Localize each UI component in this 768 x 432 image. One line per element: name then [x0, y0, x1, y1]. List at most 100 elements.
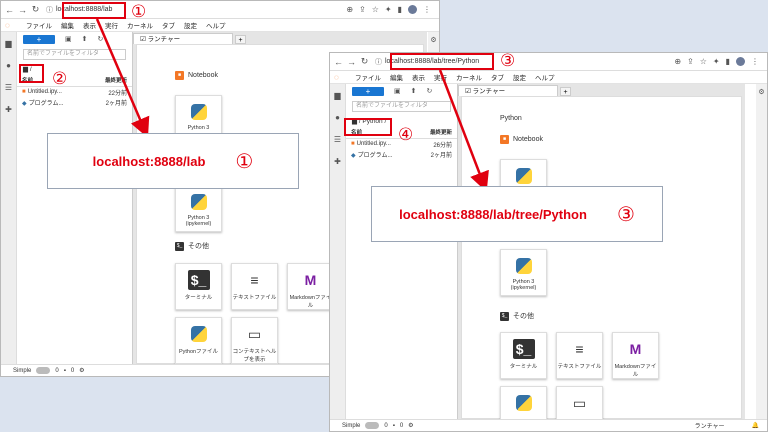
- more-icon[interactable]: ⋮: [751, 57, 759, 66]
- section-title: Python: [500, 115, 522, 122]
- menu-tab[interactable]: タブ: [162, 20, 175, 30]
- file-filter-input[interactable]: 名前でファイルをフィルタ: [352, 101, 451, 112]
- back-icon[interactable]: ←: [334, 57, 343, 67]
- tab-label: ランチャー: [472, 88, 506, 95]
- share-icon[interactable]: ⇪: [359, 5, 366, 14]
- menu-view[interactable]: 表示: [412, 72, 425, 82]
- extension-manager-icon[interactable]: ✚: [1, 98, 16, 120]
- simple-mode-toggle[interactable]: [36, 367, 51, 374]
- toc-icon[interactable]: ☰: [1, 76, 16, 98]
- reload-icon[interactable]: ↻: [360, 56, 369, 67]
- card-textfile[interactable]: ≡ テキストファイル: [231, 263, 278, 310]
- card-context-help[interactable]: ▭ コンテキストヘルプを表示: [231, 317, 278, 364]
- new-folder-icon[interactable]: ▣: [394, 87, 401, 95]
- menu-help[interactable]: ヘルプ: [206, 20, 226, 30]
- refresh-icon[interactable]: ↻: [427, 87, 433, 95]
- avatar[interactable]: [736, 57, 745, 66]
- markdown-icon: M: [629, 341, 642, 357]
- menu-file[interactable]: ファイル: [26, 20, 52, 30]
- text-file-icon: ≡: [575, 341, 584, 357]
- menu-edit[interactable]: 編集: [390, 72, 403, 82]
- folder-icon[interactable]: ▆: [330, 84, 345, 106]
- back-icon[interactable]: ←: [5, 5, 14, 15]
- reload-icon[interactable]: ↻: [31, 4, 40, 15]
- card-terminal[interactable]: $_ ターミナル: [500, 332, 547, 379]
- simple-mode-label: Simple: [13, 367, 32, 374]
- tab-launcher[interactable]: ☑ ランチャー: [133, 33, 233, 44]
- section-title: その他: [188, 243, 209, 250]
- add-tab-button[interactable]: +: [560, 87, 571, 96]
- upload-icon[interactable]: ⬆: [411, 87, 417, 95]
- menu-run[interactable]: 実行: [105, 20, 118, 30]
- menu-settings[interactable]: 設定: [513, 72, 526, 82]
- upload-icon[interactable]: ⬆: [82, 35, 88, 43]
- menu-edit[interactable]: 編集: [61, 20, 74, 30]
- gear-icon[interactable]: ⚙: [430, 37, 436, 44]
- card-python3-ipykernel[interactable]: Python 3 (ipykernel): [175, 185, 222, 232]
- more-icon[interactable]: ⋮: [423, 5, 431, 14]
- callout-text: localhost:8888/lab/tree/Python: [399, 206, 587, 222]
- running-icon[interactable]: ●: [1, 54, 16, 76]
- list-item[interactable]: ◆ プログラム... 2ヶ月前: [17, 97, 132, 107]
- star-icon[interactable]: ☆: [700, 57, 707, 66]
- card-label: Python 3 (ipykernel): [510, 279, 537, 291]
- file-browser-toolbar: + ▣ ⬆ ↻: [346, 84, 457, 98]
- menu-run[interactable]: 実行: [434, 72, 447, 82]
- extension-manager-icon[interactable]: ✚: [330, 150, 345, 172]
- folder-icon[interactable]: ▆: [1, 32, 16, 54]
- col-modified[interactable]: 最終更新: [105, 76, 127, 84]
- right-sidebar: ⚙: [756, 84, 767, 419]
- status-count-b: 0: [399, 422, 404, 429]
- new-launcher-button[interactable]: +: [23, 34, 55, 44]
- card-textfile[interactable]: ≡ テキストファイル: [556, 332, 603, 379]
- forward-icon[interactable]: →: [18, 5, 27, 15]
- running-icon[interactable]: ●: [330, 106, 345, 128]
- card-terminal[interactable]: $_ ターミナル: [175, 263, 222, 310]
- bell-icon[interactable]: 🔔: [752, 422, 759, 429]
- avatar[interactable]: [408, 5, 417, 14]
- zoom-icon[interactable]: ⊕: [346, 5, 353, 14]
- section-notebook: ■ Notebook: [175, 71, 218, 80]
- forward-icon[interactable]: →: [347, 57, 356, 67]
- file-filter-input[interactable]: 名前でファイルをフィルタ: [23, 49, 126, 60]
- card-python3-ipykernel[interactable]: Python 3 (ipykernel): [500, 249, 547, 296]
- menu-kernel[interactable]: カーネル: [456, 72, 482, 82]
- gear-icon[interactable]: ⚙: [758, 89, 764, 96]
- notebook-file-icon: ■: [351, 141, 355, 147]
- sidepanel-icon[interactable]: ▮: [726, 57, 730, 66]
- list-item[interactable]: ◆ プログラム... 2ヶ月前: [346, 149, 457, 159]
- card-label: Python 3: [187, 125, 210, 131]
- extension-icon[interactable]: ✦: [385, 5, 392, 14]
- card-label: Python 3 (ipykernel): [185, 215, 212, 227]
- terminal-icon: $_: [187, 270, 210, 290]
- card-markdown[interactable]: M Markdownファイル: [612, 332, 659, 379]
- simple-mode-toggle[interactable]: [365, 422, 380, 429]
- annotation-box-4: [344, 118, 392, 136]
- menu-view[interactable]: 表示: [83, 20, 96, 30]
- markdown-icon: M: [304, 272, 317, 288]
- zoom-icon[interactable]: ⊕: [674, 57, 681, 66]
- list-item[interactable]: ■ Untitled.ipy... 22分前: [17, 87, 132, 97]
- new-folder-icon[interactable]: ▣: [65, 35, 72, 43]
- text-file-icon: ≡: [250, 272, 259, 288]
- tab-launcher[interactable]: ☑ ランチャー: [458, 85, 558, 96]
- share-icon[interactable]: ⇪: [687, 57, 694, 66]
- add-tab-button[interactable]: +: [235, 35, 246, 44]
- menu-help[interactable]: ヘルプ: [535, 72, 555, 82]
- col-modified[interactable]: 最終更新: [430, 128, 452, 136]
- sidepanel-icon[interactable]: ▮: [398, 5, 402, 14]
- star-icon[interactable]: ☆: [372, 5, 379, 14]
- menu-kernel[interactable]: カーネル: [127, 20, 153, 30]
- menu-tab[interactable]: タブ: [491, 72, 504, 82]
- new-launcher-button[interactable]: +: [352, 86, 384, 96]
- annotation-number-1: ①: [131, 2, 147, 21]
- refresh-icon[interactable]: ↻: [98, 35, 104, 43]
- menu-file[interactable]: ファイル: [355, 72, 381, 82]
- card-pythonfile[interactable]: Pythonファイル: [175, 317, 222, 364]
- status-count-b: 0: [70, 367, 75, 374]
- toc-icon[interactable]: ☰: [330, 128, 345, 150]
- menu-settings[interactable]: 設定: [184, 20, 197, 30]
- extension-icon[interactable]: ✦: [713, 57, 720, 66]
- card-markdown[interactable]: M Markdownファイル: [287, 263, 334, 310]
- left-sidebar: ▆ ● ☰ ✚: [1, 32, 17, 364]
